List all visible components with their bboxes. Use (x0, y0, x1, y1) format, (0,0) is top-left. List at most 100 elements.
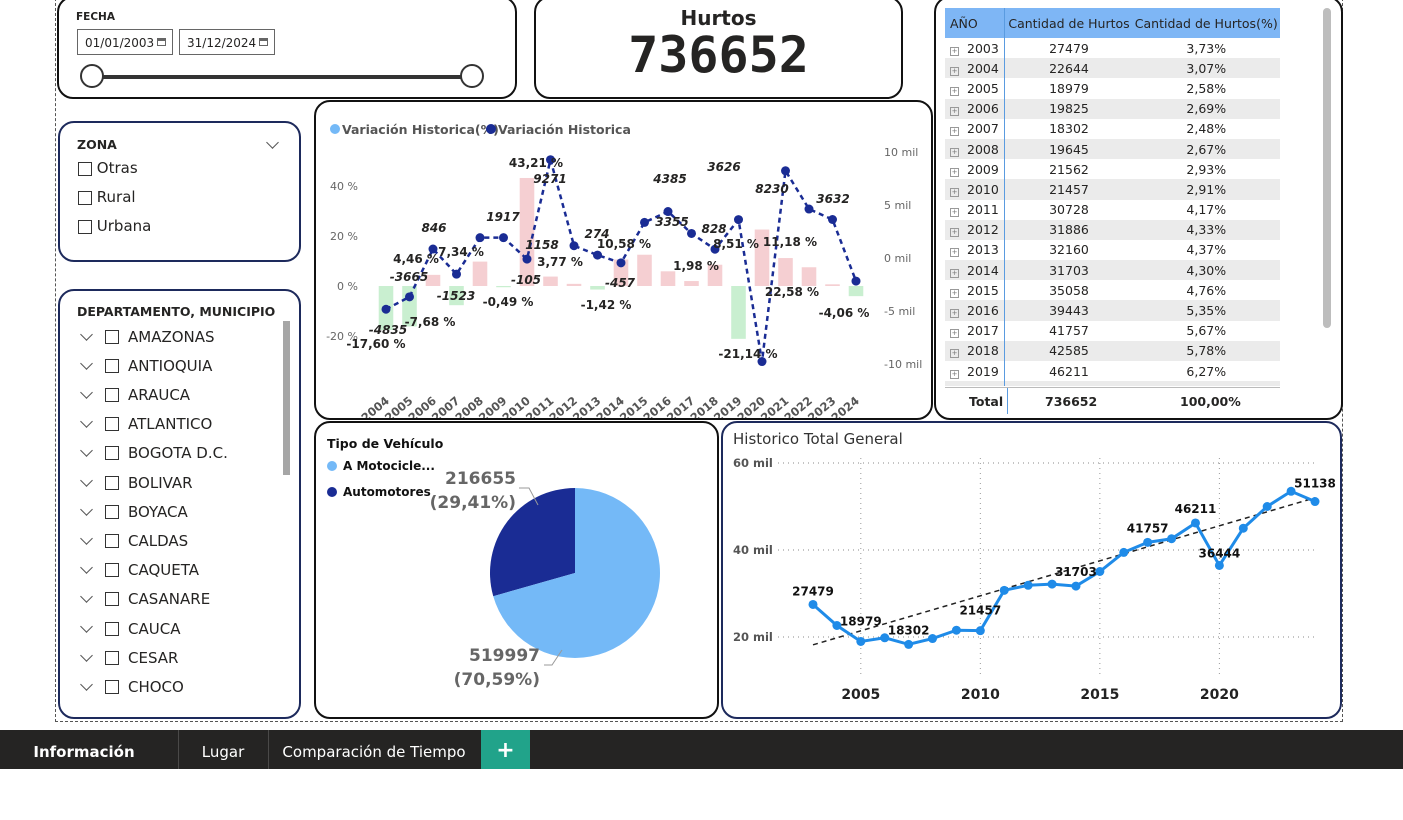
table-row[interactable]: +2011 30728 4,17% (945, 199, 1280, 220)
year-table-rows: +2003 27479 3,73% +2004 22644 3,07% +2005 18979… (945, 38, 1280, 386)
zona-option[interactable]: Rural (78, 188, 136, 206)
table-row[interactable]: +2018 42585 5,78% (945, 340, 1280, 361)
col-header-year[interactable]: AÑO (945, 8, 1005, 38)
expand-icon[interactable]: + (950, 187, 959, 197)
expand-icon[interactable]: + (950, 309, 959, 319)
table-row[interactable]: +2015 35058 4,76% (945, 280, 1280, 301)
departamento-item[interactable]: CAQUETA (80, 556, 199, 585)
departamento-item[interactable]: ARAUCA (80, 380, 190, 409)
chevron-down-icon[interactable] (80, 502, 93, 516)
departamento-item[interactable]: ANTIOQUIA (80, 351, 212, 380)
table-row[interactable]: +2013 32160 4,37% (945, 239, 1280, 261)
expand-icon[interactable]: + (950, 147, 959, 157)
departamento-item[interactable]: CESAR (80, 643, 178, 672)
chevron-down-icon[interactable] (80, 619, 93, 633)
range-handle-end[interactable] (460, 64, 484, 88)
expand-icon[interactable]: + (950, 369, 959, 379)
expand-icon[interactable]: + (950, 349, 959, 359)
departamento-item[interactable]: CAUCA (80, 614, 180, 643)
expand-icon[interactable]: + (950, 127, 959, 137)
chevron-down-icon[interactable] (80, 356, 93, 370)
tab-informacion-general[interactable]: Información General (0, 730, 168, 806)
start-date-input[interactable]: 01/01/2003 (77, 29, 173, 55)
checkbox[interactable] (105, 446, 119, 461)
expand-icon[interactable]: + (950, 248, 959, 258)
expand-icon[interactable]: + (950, 66, 959, 76)
chevron-down-icon[interactable] (266, 136, 279, 149)
table-row[interactable]: +2019 46211 6,27% (945, 361, 1280, 382)
chevron-down-icon[interactable] (80, 590, 93, 604)
table-row[interactable]: +2009 21562 2,93% (945, 159, 1280, 180)
table-row[interactable]: +2005 18979 2,58% (945, 78, 1280, 99)
calendar-icon[interactable] (259, 38, 268, 46)
checkbox[interactable] (78, 161, 92, 176)
departamento-item[interactable]: CHOCO (80, 672, 184, 701)
chevron-down-icon[interactable] (80, 473, 93, 487)
chevron-down-icon[interactable] (80, 648, 93, 662)
checkbox[interactable] (105, 592, 119, 607)
chevron-down-icon[interactable] (80, 532, 93, 545)
range-handle-start[interactable] (80, 64, 104, 88)
table-row[interactable]: +2007 18302 2,48% (945, 118, 1280, 139)
departamento-item[interactable]: CALDAS (80, 526, 188, 555)
checkbox[interactable] (105, 417, 119, 432)
date-range-track[interactable] (92, 75, 474, 79)
checkbox[interactable] (105, 329, 119, 344)
chevron-down-icon[interactable] (80, 678, 93, 691)
checkbox[interactable] (105, 358, 119, 373)
add-page-button[interactable]: + (481, 730, 530, 769)
table-row[interactable]: +2017 41757 5,67% (945, 320, 1280, 341)
table-row[interactable]: +2004 22644 3,07% (945, 58, 1280, 79)
expand-icon[interactable]: + (950, 107, 959, 117)
year-value: 2020 (967, 384, 999, 386)
departamento-item[interactable]: BOYACA (80, 497, 188, 526)
checkbox[interactable] (105, 533, 119, 548)
checkbox[interactable] (105, 387, 119, 402)
checkbox[interactable] (78, 190, 92, 205)
checkbox[interactable] (105, 563, 119, 578)
chevron-down-icon[interactable] (80, 415, 93, 428)
checkbox[interactable] (105, 475, 119, 490)
table-row[interactable]: +2012 31886 4,33% (945, 219, 1280, 240)
departamento-item[interactable]: CASANARE (80, 585, 210, 614)
col-header-count[interactable]: Cantidad de Hurtos (1005, 8, 1134, 38)
expand-icon[interactable]: + (950, 167, 959, 177)
expand-icon[interactable]: + (950, 46, 959, 56)
table-row[interactable]: +2010 21457 2,91% (945, 179, 1280, 200)
departamento-scrollbar[interactable] (283, 321, 290, 475)
departamento-item[interactable]: ATLANTICO (80, 410, 212, 439)
expand-icon[interactable]: + (950, 329, 959, 339)
checkbox[interactable] (78, 219, 92, 234)
checkbox[interactable] (105, 504, 119, 519)
departamento-item[interactable]: BOLIVAR (80, 468, 193, 497)
departamento-item[interactable]: BOGOTA D.C. (80, 439, 228, 468)
chevron-down-icon[interactable] (80, 444, 93, 458)
table-row[interactable]: +2003 27479 3,73% (945, 38, 1280, 59)
expand-icon[interactable]: + (950, 86, 959, 96)
table-scrollbar[interactable] (1323, 8, 1331, 328)
tab-lugar[interactable]: Lugar (178, 730, 268, 769)
end-date-input[interactable]: 31/12/2024 (179, 29, 275, 55)
line-point (1310, 497, 1320, 507)
table-row[interactable]: +2014 31703 4,30% (945, 260, 1280, 281)
table-row[interactable]: +2008 19645 2,67% (945, 138, 1280, 160)
expand-icon[interactable]: + (950, 268, 959, 278)
checkbox[interactable] (105, 679, 119, 694)
chevron-down-icon[interactable] (80, 327, 93, 341)
expand-icon[interactable]: + (950, 208, 959, 218)
departamento-item[interactable]: AMAZONAS (80, 322, 215, 351)
zona-option[interactable]: Otras (78, 159, 138, 177)
checkbox[interactable] (105, 621, 119, 636)
col-header-percent[interactable]: Cantidad de Hurtos(%) (1133, 8, 1280, 38)
checkbox[interactable] (105, 650, 119, 665)
calendar-icon[interactable] (157, 38, 166, 46)
table-row[interactable]: +2006 19825 2,69% (945, 98, 1280, 119)
expand-icon[interactable]: + (950, 228, 959, 238)
tab-comparacion-tiempo[interactable]: Comparación de Tiempo (268, 730, 480, 769)
chevron-down-icon[interactable] (80, 561, 93, 574)
zona-option[interactable]: Urbana (78, 217, 151, 235)
table-row[interactable]: +2016 39443 5,35% (945, 300, 1280, 321)
chevron-down-icon[interactable] (80, 386, 93, 399)
expand-icon[interactable]: + (950, 288, 959, 298)
table-row[interactable]: +2020364444,95% (945, 381, 1280, 386)
